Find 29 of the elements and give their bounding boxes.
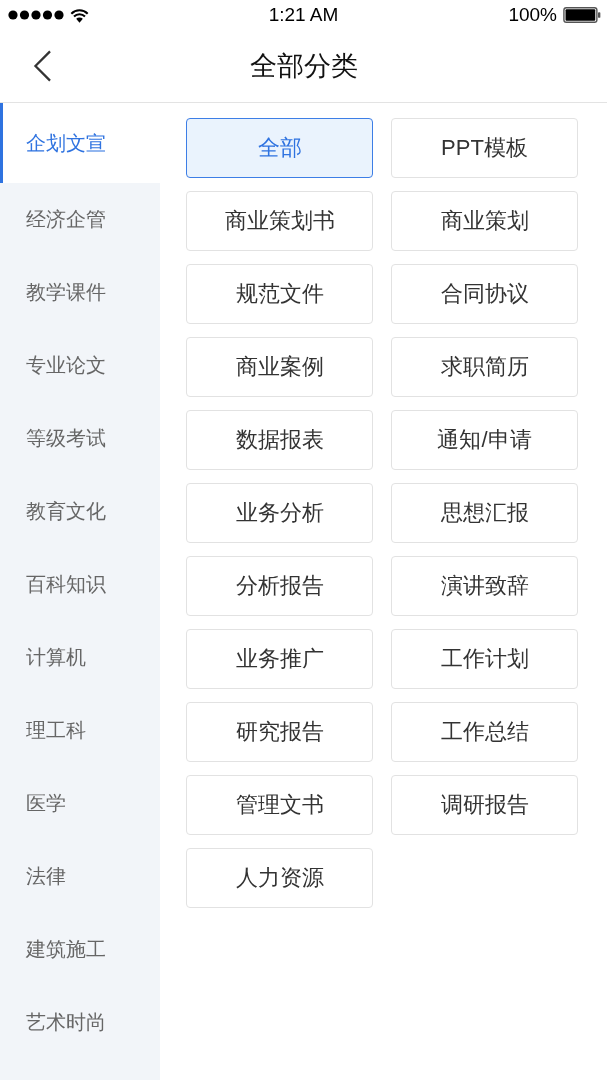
category-button[interactable]: 规范文件	[186, 264, 373, 324]
category-button[interactable]: 管理文书	[186, 775, 373, 835]
category-button[interactable]: 全部	[186, 118, 373, 178]
category-button[interactable]: 业务分析	[186, 483, 373, 543]
category-button[interactable]: 思想汇报	[391, 483, 578, 543]
status-time: 1:21 AM	[268, 4, 339, 26]
category-button[interactable]: 分析报告	[186, 556, 373, 616]
battery-percent: 100%	[508, 4, 557, 26]
sidebar-item[interactable]: 企划文宣	[0, 103, 160, 183]
category-button[interactable]: 商业策划书	[186, 191, 373, 251]
category-button[interactable]: 合同协议	[391, 264, 578, 324]
page-title: 全部分类	[249, 50, 358, 83]
category-button[interactable]: 求职简历	[391, 337, 578, 397]
category-button[interactable]: 调研报告	[391, 775, 578, 835]
category-button[interactable]: 通知/申请	[391, 410, 578, 470]
category-button[interactable]: 演讲致辞	[391, 556, 578, 616]
category-button[interactable]: 业务推广	[186, 629, 373, 689]
category-button[interactable]: 商业案例	[186, 337, 373, 397]
category-button[interactable]: 数据报表	[186, 410, 373, 470]
chevron-left-icon	[32, 50, 52, 82]
category-button[interactable]: PPT模板	[391, 118, 578, 178]
category-button[interactable]: 研究报告	[186, 702, 373, 762]
wifi-icon	[70, 7, 89, 23]
category-button[interactable]: 人力资源	[186, 848, 373, 908]
category-button[interactable]: 商业策划	[391, 191, 578, 251]
category-button[interactable]: 工作计划	[391, 629, 578, 689]
battery-icon	[563, 7, 601, 23]
category-button[interactable]: 工作总结	[391, 702, 578, 762]
signal-icon	[8, 10, 64, 20]
